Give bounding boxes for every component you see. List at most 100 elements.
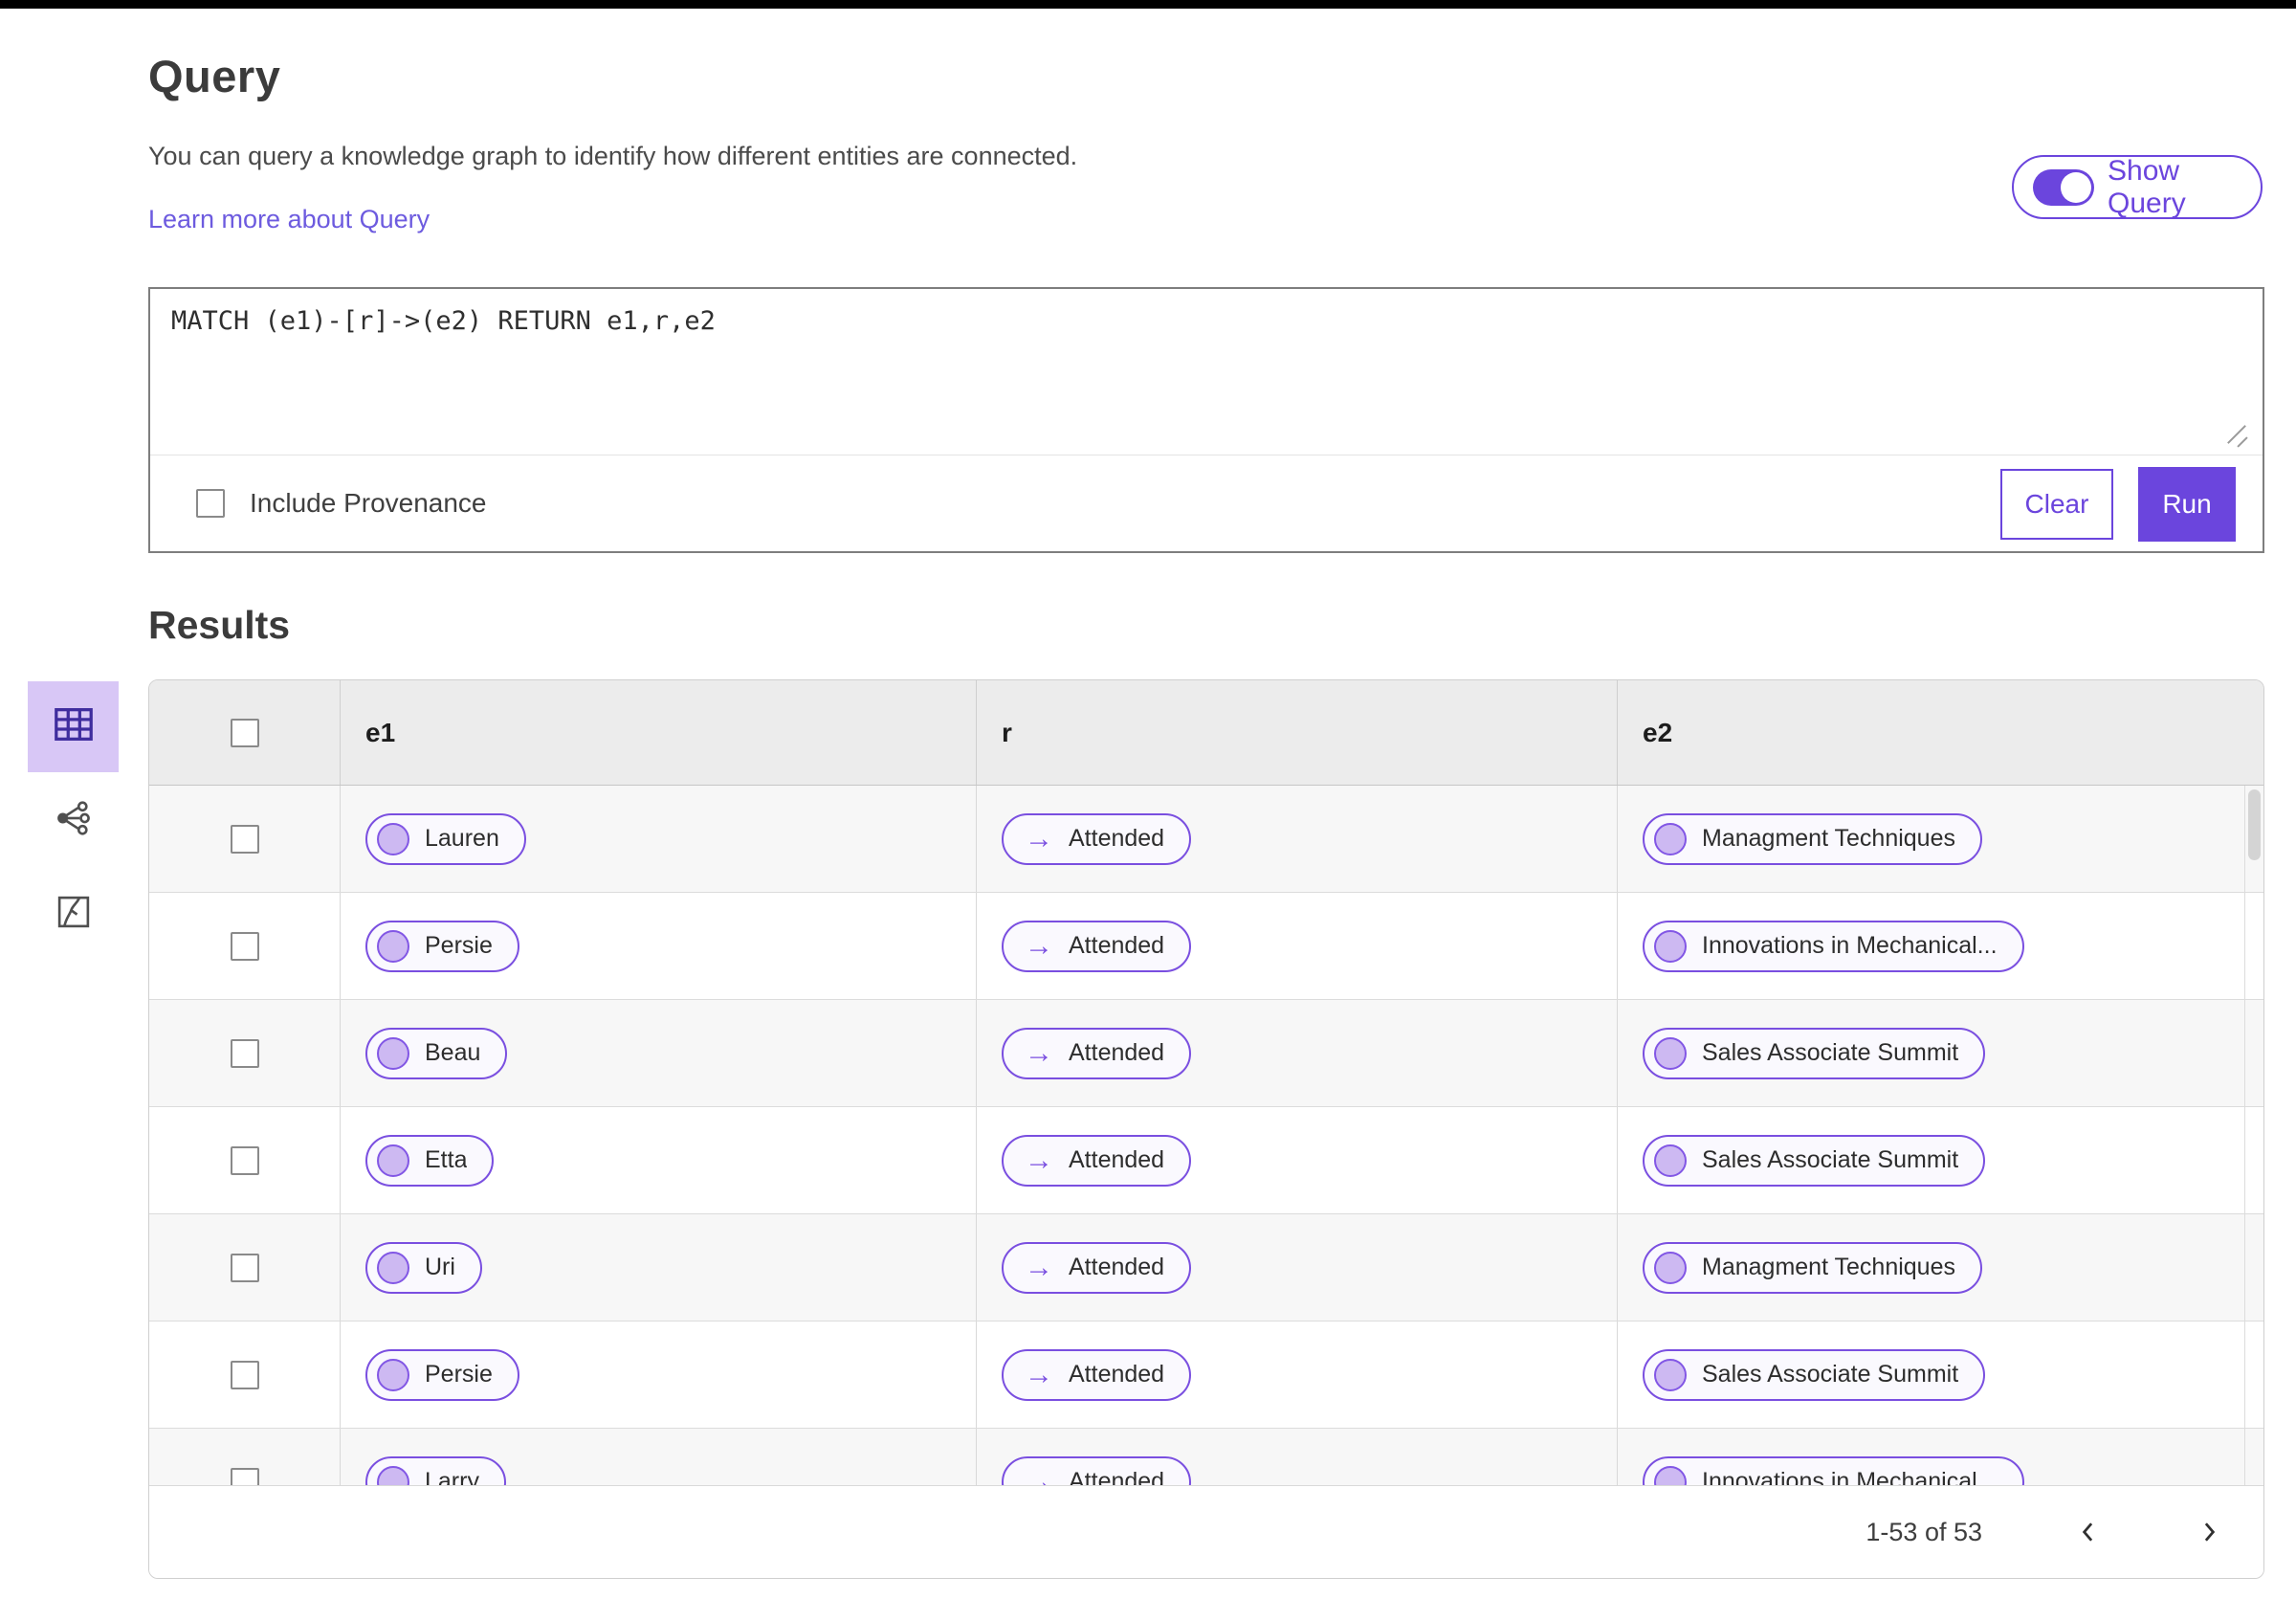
- entity-pill-e2[interactable]: Sales Associate Summit: [1643, 1348, 1986, 1401]
- entity-pill-e1[interactable]: Lauren: [365, 812, 526, 865]
- entity-label: Managment Techniques: [1702, 1254, 1955, 1280]
- entity-dot-icon: [1654, 822, 1687, 855]
- entity-dot-icon: [377, 822, 409, 855]
- results-title: Results: [148, 603, 291, 647]
- include-provenance-checkbox[interactable]: [196, 489, 225, 518]
- relationship-pill[interactable]: → Attended: [1002, 1134, 1192, 1187]
- window-top-border: [0, 0, 2296, 9]
- results-view-switcher: [28, 681, 119, 960]
- row-checkbox[interactable]: [230, 1038, 259, 1068]
- entity-dot-icon: [1654, 1251, 1687, 1284]
- entity-pill-e1[interactable]: Larry: [365, 1455, 506, 1486]
- column-header-e2[interactable]: e2: [1618, 680, 2263, 785]
- textarea-resize-handle-icon[interactable]: [2224, 425, 2249, 448]
- map-view-icon: [54, 892, 94, 937]
- column-header-e1[interactable]: e1: [341, 680, 977, 785]
- table-row: Etta → Attended Sales Associate Summit: [149, 1107, 2263, 1214]
- table-view-button[interactable]: [28, 681, 119, 772]
- entity-pill-e2[interactable]: Sales Associate Summit: [1643, 1027, 1986, 1079]
- relationship-label: Attended: [1069, 1146, 1165, 1173]
- entity-pill-e1[interactable]: Persie: [365, 1348, 519, 1401]
- query-page: Query You can query a knowledge graph to…: [0, 0, 2296, 1599]
- results-table: e1 r e2 Lauren → Attended Managment Tech…: [148, 679, 2264, 1579]
- arrow-right-icon: →: [1025, 822, 1053, 855]
- entity-pill-e2[interactable]: Innovations in Mechanical...: [1643, 920, 2024, 972]
- table-row: Larry → Attended Innovations in Mechanic…: [149, 1429, 2263, 1486]
- entity-pill-e1[interactable]: Uri: [365, 1241, 482, 1294]
- graph-view-icon: [54, 798, 94, 843]
- column-header-r[interactable]: r: [977, 680, 1618, 785]
- relationship-label: Attended: [1069, 1254, 1165, 1280]
- run-button[interactable]: Run: [2138, 467, 2236, 542]
- select-all-checkbox[interactable]: [230, 718, 259, 747]
- entity-label: Persie: [425, 932, 493, 959]
- relationship-pill[interactable]: → Attended: [1002, 1455, 1192, 1486]
- entity-pill-e1[interactable]: Persie: [365, 920, 519, 972]
- map-view-button[interactable]: [28, 869, 119, 960]
- entity-label: Uri: [425, 1254, 455, 1280]
- chevron-right-icon: [2195, 1518, 2223, 1546]
- table-row: Uri → Attended Managment Techniques: [149, 1214, 2263, 1321]
- graph-view-button[interactable]: [28, 775, 119, 866]
- arrow-right-icon: →: [1025, 1465, 1053, 1486]
- relationship-label: Attended: [1069, 932, 1165, 959]
- entity-label: Managment Techniques: [1702, 825, 1955, 852]
- query-editor-panel: Include Provenance Clear Run: [148, 287, 2264, 553]
- entity-label: Sales Associate Summit: [1702, 1146, 1959, 1173]
- previous-page-button[interactable]: [2074, 1518, 2103, 1546]
- toggle-switch-icon[interactable]: [2033, 168, 2094, 206]
- scrollbar-track-divider: [2244, 786, 2245, 1485]
- page-description: You can query a knowledge graph to ident…: [148, 142, 1078, 170]
- entity-dot-icon: [1654, 1144, 1687, 1177]
- query-input[interactable]: [150, 289, 2263, 453]
- relationship-pill[interactable]: → Attended: [1002, 1348, 1192, 1401]
- row-checkbox[interactable]: [230, 931, 259, 961]
- vertical-scrollbar[interactable]: [2248, 789, 2261, 860]
- relationship-pill[interactable]: → Attended: [1002, 920, 1192, 972]
- table-row: Persie → Attended Innovations in Mechani…: [149, 893, 2263, 1000]
- query-toolbar: Include Provenance Clear Run: [150, 455, 2263, 551]
- entity-dot-icon: [377, 1251, 409, 1284]
- entity-pill-e2[interactable]: Managment Techniques: [1643, 1241, 1982, 1294]
- relationship-pill[interactable]: → Attended: [1002, 812, 1192, 865]
- pagination-range: 1-53 of 53: [1866, 1517, 1982, 1546]
- relationship-pill[interactable]: → Attended: [1002, 1027, 1192, 1079]
- row-checkbox[interactable]: [230, 1253, 259, 1282]
- entity-pill-e2[interactable]: Managment Techniques: [1643, 812, 1982, 865]
- row-checkbox[interactable]: [230, 824, 259, 854]
- entity-dot-icon: [1654, 1036, 1687, 1070]
- table-row: Persie → Attended Sales Associate Summit: [149, 1321, 2263, 1429]
- relationship-label: Attended: [1069, 1361, 1165, 1388]
- entity-label: Etta: [425, 1146, 468, 1173]
- arrow-right-icon: →: [1025, 1036, 1053, 1069]
- next-page-button[interactable]: [2195, 1518, 2223, 1546]
- entity-label: Larry: [425, 1468, 479, 1486]
- entity-dot-icon: [377, 1036, 409, 1070]
- arrow-right-icon: →: [1025, 1144, 1053, 1176]
- entity-pill-e2[interactable]: Innovations in Mechanical...: [1643, 1455, 2024, 1486]
- entity-dot-icon: [377, 1144, 409, 1177]
- entity-pill-e2[interactable]: Sales Associate Summit: [1643, 1134, 1986, 1187]
- entity-pill-e1[interactable]: Etta: [365, 1134, 495, 1187]
- arrow-right-icon: →: [1025, 929, 1053, 962]
- arrow-right-icon: →: [1025, 1251, 1053, 1283]
- clear-button[interactable]: Clear: [2000, 469, 2113, 540]
- table-view-icon: [52, 702, 96, 751]
- entity-label: Sales Associate Summit: [1702, 1361, 1959, 1388]
- row-checkbox[interactable]: [230, 1145, 259, 1175]
- entity-dot-icon: [377, 929, 409, 963]
- relationship-pill[interactable]: → Attended: [1002, 1241, 1192, 1294]
- show-query-toggle[interactable]: Show Query: [2012, 155, 2263, 219]
- learn-more-link[interactable]: Learn more about Query: [148, 205, 430, 234]
- entity-pill-e1[interactable]: Beau: [365, 1027, 508, 1079]
- row-checkbox[interactable]: [230, 1467, 259, 1486]
- row-checkbox[interactable]: [230, 1360, 259, 1389]
- relationship-label: Attended: [1069, 825, 1165, 852]
- entity-dot-icon: [377, 1465, 409, 1486]
- chevron-left-icon: [2074, 1518, 2103, 1546]
- entity-label: Persie: [425, 1361, 493, 1388]
- entity-dot-icon: [1654, 929, 1687, 963]
- table-row: Lauren → Attended Managment Techniques: [149, 786, 2263, 893]
- arrow-right-icon: →: [1025, 1358, 1053, 1390]
- table-row: Beau → Attended Sales Associate Summit: [149, 1000, 2263, 1107]
